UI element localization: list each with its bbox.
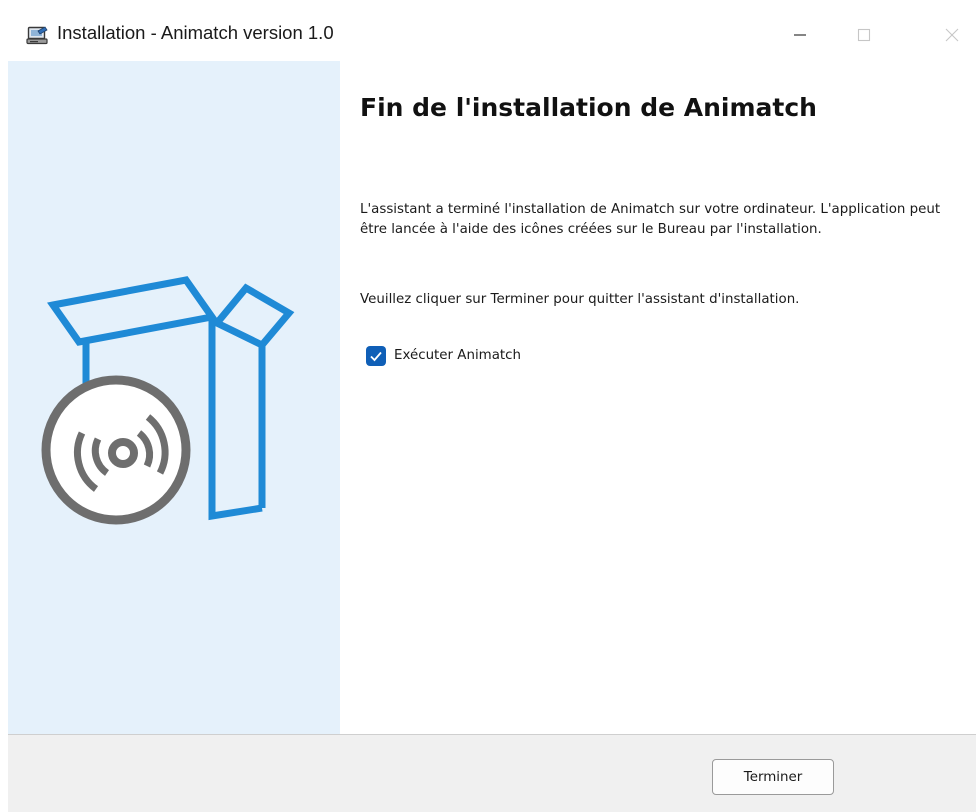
installer-window: Installation - Animatch version 1.0 Fin … [8, 8, 976, 812]
button-bar: Terminer [8, 734, 976, 812]
checkmark-icon [370, 351, 382, 362]
maximize-button[interactable] [844, 8, 894, 61]
minimize-button[interactable] [780, 8, 830, 61]
finish-button[interactable]: Terminer [712, 759, 834, 795]
title-bar[interactable]: Installation - Animatch version 1.0 [8, 8, 976, 61]
finish-instruction: Veuillez cliquer sur Terminer pour quitt… [360, 292, 800, 307]
wizard-banner [8, 61, 340, 734]
close-icon [945, 28, 959, 42]
page-title: Fin de l'installation de Animatch [360, 93, 817, 122]
software-box-illustration [41, 276, 295, 525]
close-button[interactable] [916, 8, 966, 61]
wizard-content: Fin de l'installation de Animatch L'assi… [340, 61, 976, 734]
maximize-icon [857, 28, 871, 42]
run-app-label[interactable]: Exécuter Animatch [394, 346, 521, 366]
window-title: Installation - Animatch version 1.0 [57, 22, 334, 43]
run-app-checkbox[interactable] [366, 346, 386, 366]
completion-message: L'assistant a terminé l'installation de … [360, 202, 941, 237]
minimize-icon [794, 34, 806, 36]
installer-app-icon [26, 26, 48, 45]
